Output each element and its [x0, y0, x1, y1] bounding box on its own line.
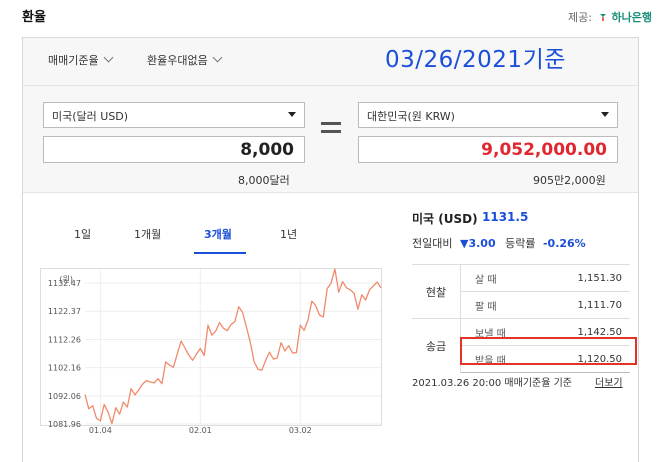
table-row: 현찰 살 때 1,151.30: [412, 264, 630, 319]
x-tick-label: 03.02: [289, 426, 312, 435]
footnote: 2021.03.26 20:00 매매기준율 기준: [412, 378, 573, 389]
rate-series-line: [84, 268, 382, 425]
more-link[interactable]: 더보기: [595, 374, 623, 389]
row-value: 1,111.70: [539, 291, 630, 319]
rate-chart: (원)1132.471122.371112.261102.161092.0610…: [48, 268, 382, 435]
change-value: 3.00: [468, 237, 496, 250]
group-remittance: 송금: [412, 318, 461, 373]
summary-country: 미국 (USD): [412, 212, 478, 226]
y-tick-label: 1081.96: [48, 420, 81, 429]
summary-change: 전일대비 ▼3.00 등락률 -0.26%: [412, 235, 586, 251]
change-label: 전일대비: [412, 237, 453, 250]
y-tick-label: 1132.47: [48, 279, 81, 288]
y-tick-label: 1102.16: [48, 364, 81, 373]
row-value: 1,151.30: [539, 264, 630, 292]
pct-label: 등락률: [505, 237, 536, 250]
x-tick-label: 01.04: [89, 426, 112, 435]
y-tick-label: 1092.06: [48, 392, 81, 401]
group-cash: 현찰: [412, 264, 461, 319]
row-label: 팔 때: [460, 291, 540, 319]
pct-value: -0.26%: [542, 237, 586, 250]
row-label: 살 때: [460, 264, 540, 292]
y-tick-label: 1122.37: [48, 307, 81, 316]
y-tick-label: 1112.26: [48, 335, 81, 344]
summary-rate: 1131.5: [482, 210, 529, 224]
highlight-box: [460, 337, 637, 365]
x-tick-label: 02.01: [189, 426, 212, 435]
